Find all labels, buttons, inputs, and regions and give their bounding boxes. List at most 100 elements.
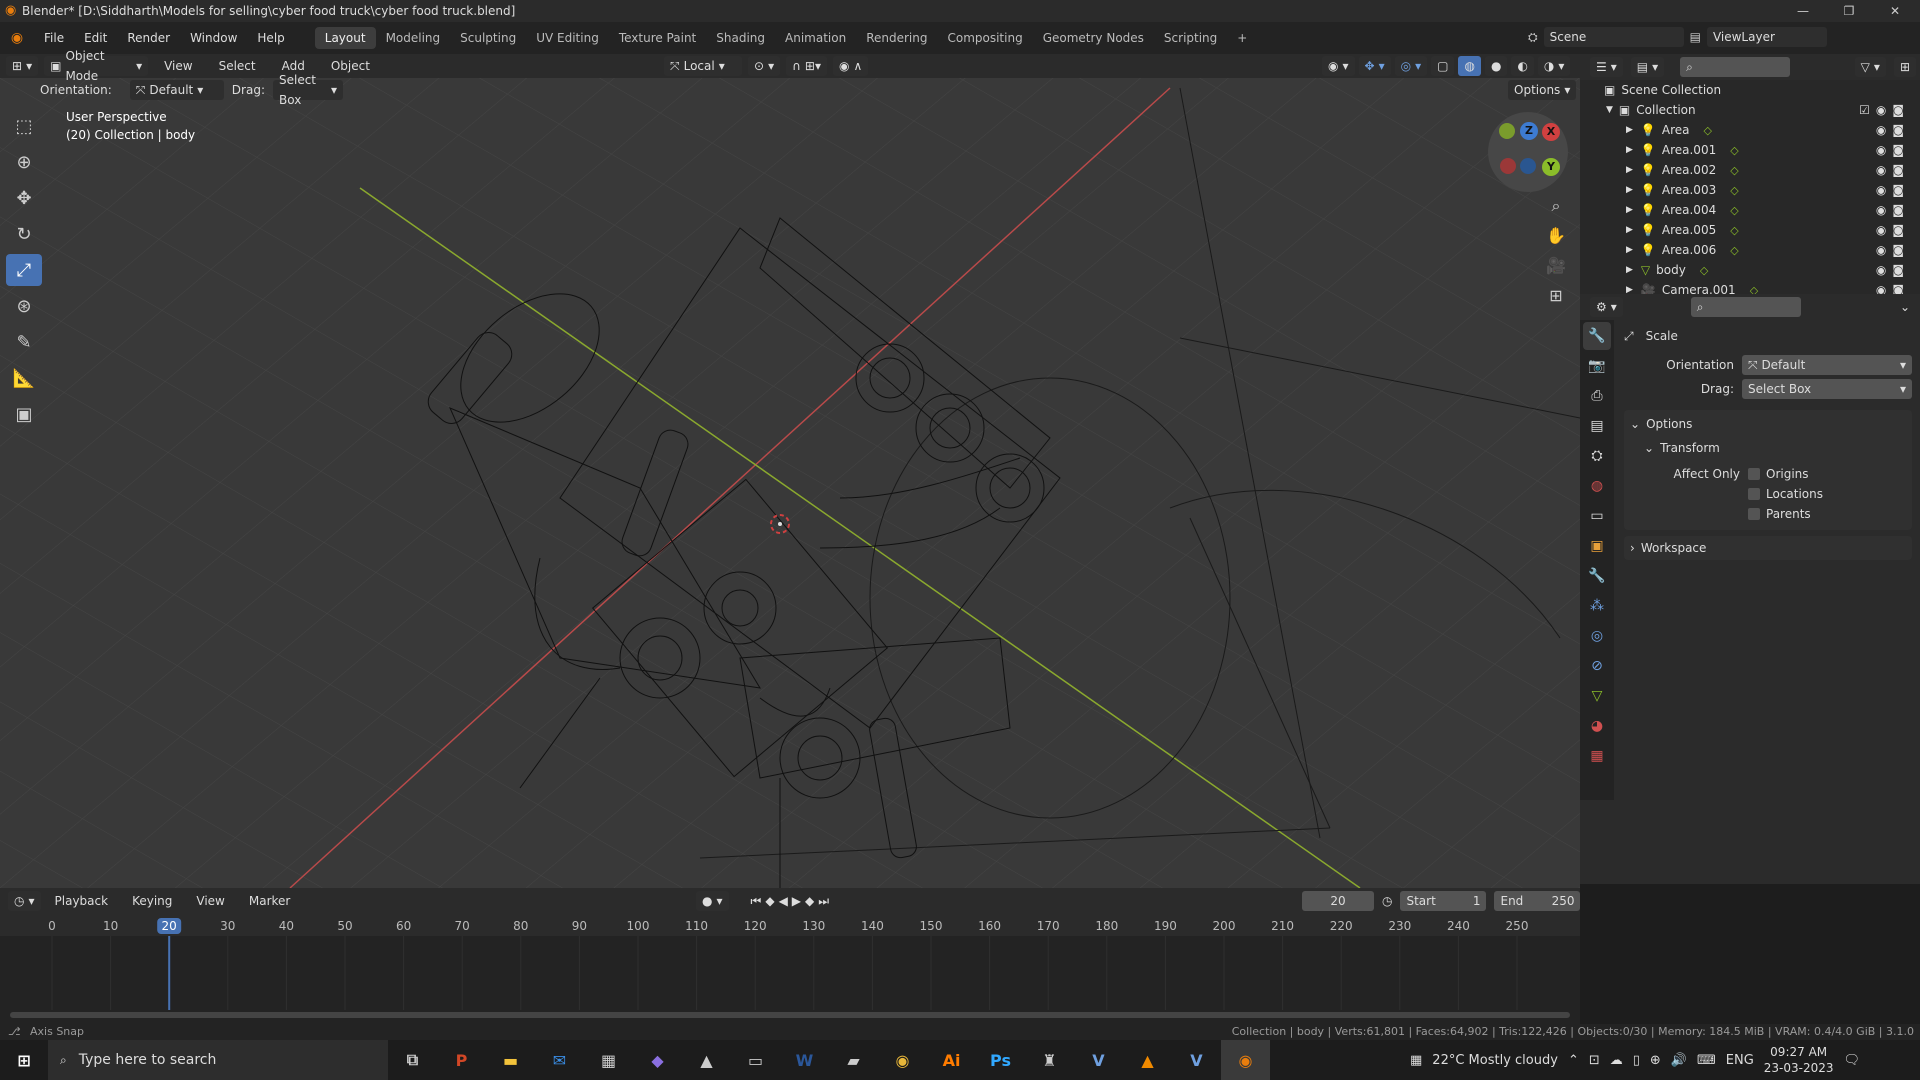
outliner-search-input[interactable]: ⌕ [1680, 57, 1791, 77]
navigation-gizmo[interactable]: Z X Y [1488, 112, 1568, 192]
language-indicator[interactable]: ENG [1726, 1053, 1754, 1068]
properties-drag-dropdown[interactable]: Select Box ▾ [1742, 379, 1912, 399]
menu-window[interactable]: Window [180, 22, 247, 54]
windows-start-icon[interactable]: ⊞ [0, 1040, 48, 1080]
data-tab[interactable]: ▽ [1583, 682, 1611, 710]
locations-checkbox[interactable] [1748, 488, 1760, 500]
transform-tool[interactable]: ⊛ [6, 290, 42, 322]
play-icon[interactable]: ▶ [792, 894, 801, 908]
menu-view[interactable]: View [154, 54, 202, 78]
tab-rendering[interactable]: Rendering [856, 27, 937, 49]
tray-expand-icon[interactable]: ⌃ [1568, 1053, 1579, 1068]
row-toggles[interactable]: ◉◙ [1876, 263, 1910, 277]
tab-modeling[interactable]: Modeling [376, 27, 451, 49]
menu-help[interactable]: Help [247, 22, 294, 54]
3d-viewport[interactable]: User Perspective (20) Collection | body [0, 78, 1580, 888]
row-toggles[interactable]: ◉◙ [1876, 243, 1910, 257]
wireframe-shading[interactable]: ◍ [1458, 56, 1481, 76]
close-button[interactable]: ✕ [1872, 0, 1918, 22]
battery-icon[interactable]: ▯ [1633, 1053, 1640, 1068]
orientation-dropdown[interactable]: ⤧ Default ▾ [129, 80, 224, 100]
tool-tab[interactable]: 🔧 [1583, 322, 1611, 350]
row-toggles[interactable]: ◉◙ [1876, 223, 1910, 237]
onedrive-icon[interactable]: ☁ [1610, 1053, 1623, 1068]
chevron-right-icon[interactable]: ▶ [1626, 225, 1633, 235]
volume-icon[interactable]: 🔊 [1671, 1053, 1687, 1068]
outliner-editor-type[interactable]: ☰ ▾ [1590, 57, 1623, 77]
chevron-right-icon[interactable]: ▶ [1626, 185, 1633, 195]
v-app-icon[interactable]: V [1172, 1040, 1221, 1080]
proportional-edit-button[interactable]: ◉ ∧ [832, 56, 869, 76]
tab-compositing[interactable]: Compositing [937, 27, 1032, 49]
viewlayer-selector[interactable]: ViewLayer [1706, 27, 1827, 47]
row-toggles[interactable]: ◉◙ [1876, 183, 1910, 197]
render-tab[interactable]: 📷 [1583, 352, 1611, 380]
weather-icon[interactable]: ▦ [1410, 1053, 1422, 1068]
visibility-button[interactable]: ◉ ▾ [1322, 56, 1355, 76]
tab-shading[interactable]: Shading [706, 27, 775, 49]
outliner-item-area-004[interactable]: ▶ 💡 Area.004 ◇ ◉◙ [1580, 200, 1920, 220]
clock[interactable]: 09:27 AM 23-03-2023 [1764, 1044, 1834, 1076]
illustrator-icon[interactable]: Ai [927, 1040, 976, 1080]
workspace-section-header[interactable]: › Workspace [1630, 536, 1906, 560]
solid-shading[interactable]: ● [1484, 56, 1508, 76]
collection-tab[interactable]: ▭ [1583, 502, 1611, 530]
row-toggles[interactable]: ☑◉◙ [1859, 103, 1910, 117]
current-frame-field[interactable]: 20 [1302, 891, 1374, 911]
app-b-icon[interactable]: ▭ [731, 1040, 780, 1080]
chevron-right-icon[interactable]: ▶ [1626, 205, 1633, 215]
scene-selector[interactable]: Scene [1543, 27, 1684, 47]
play-reverse-icon[interactable]: ◀ [779, 894, 788, 908]
chevron-right-icon[interactable]: ▶ [1626, 245, 1633, 255]
pan-hand-icon[interactable]: ✋ [1542, 222, 1570, 250]
snap-button[interactable]: ∩ ⊞▾ [786, 56, 827, 76]
editor-type-button[interactable]: ⊞ ▾ [6, 56, 39, 76]
tab-sculpting[interactable]: Sculpting [450, 27, 526, 49]
modifier-tab[interactable]: 🔧 [1583, 562, 1611, 590]
tab-texture-paint[interactable]: Texture Paint [609, 27, 706, 49]
end-frame-field[interactable]: End 250 [1494, 891, 1581, 911]
minimize-button[interactable]: — [1780, 0, 1826, 22]
new-collection-button[interactable]: ⊞ [1893, 57, 1916, 77]
add-workspace-button[interactable]: + [1227, 27, 1257, 49]
keyboard-icon[interactable]: ⌨ [1697, 1053, 1716, 1068]
view-layer-tab[interactable]: ▤ [1583, 412, 1611, 440]
origins-checkbox[interactable] [1748, 468, 1760, 480]
prev-keyframe-icon[interactable]: ◆ [765, 894, 774, 908]
menu-timeline-view[interactable]: View [186, 885, 234, 917]
gizmo-x[interactable]: X [1542, 123, 1560, 141]
menu-select[interactable]: Select [209, 54, 266, 78]
output-tab[interactable]: ⎙ [1583, 382, 1611, 410]
vlc-icon[interactable]: ▲ [1123, 1040, 1172, 1080]
chevron-right-icon[interactable]: ▶ [1626, 145, 1633, 155]
outliner-item-area[interactable]: ▶ 💡 Area ◇ ◉◙ [1580, 120, 1920, 140]
tab-geometry-nodes[interactable]: Geometry Nodes [1033, 27, 1154, 49]
parents-checkbox[interactable] [1748, 508, 1760, 520]
app-a-icon[interactable]: ▲ [682, 1040, 731, 1080]
scene-collection-row[interactable]: ▣ Scene Collection [1580, 80, 1920, 100]
tab-layout[interactable]: Layout [314, 27, 376, 49]
chevron-right-icon[interactable]: ▶ [1626, 165, 1633, 175]
menu-keying[interactable]: Keying [122, 885, 182, 917]
gizmo-toggle[interactable]: ✥ ▾ [1358, 56, 1391, 76]
scene-tab[interactable]: ⛭ [1583, 442, 1611, 470]
expand-icon[interactable]: ▼ [1606, 105, 1613, 115]
word-icon[interactable]: W [780, 1040, 829, 1080]
chrome-icon[interactable]: ◉ [878, 1040, 927, 1080]
next-keyframe-icon[interactable]: ◆ [805, 894, 814, 908]
gizmo-y[interactable]: Y [1542, 158, 1560, 176]
outliner-item-area-001[interactable]: ▶ 💡 Area.001 ◇ ◉◙ [1580, 140, 1920, 160]
display-mode-button[interactable]: ▤ ▾ [1630, 57, 1665, 77]
add-cube-tool[interactable]: ▣ [6, 398, 42, 430]
photoshop-icon[interactable]: Ps [976, 1040, 1025, 1080]
move-tool[interactable]: ✥ [6, 182, 42, 214]
transform-orientation-selector[interactable]: ⤧ Local ▾ [664, 56, 742, 76]
chevron-right-icon[interactable]: ▶ [1626, 125, 1633, 135]
gizmo-neg-z[interactable] [1520, 158, 1536, 174]
tab-animation[interactable]: Animation [775, 27, 856, 49]
constraints-tab[interactable]: ⊘ [1583, 652, 1611, 680]
mail-icon[interactable]: ✉ [535, 1040, 584, 1080]
auto-keying-button[interactable]: ● ▾ [696, 891, 729, 911]
timeline-scrollbar[interactable] [10, 1012, 1570, 1018]
row-toggles[interactable]: ◉◙ [1876, 143, 1910, 157]
